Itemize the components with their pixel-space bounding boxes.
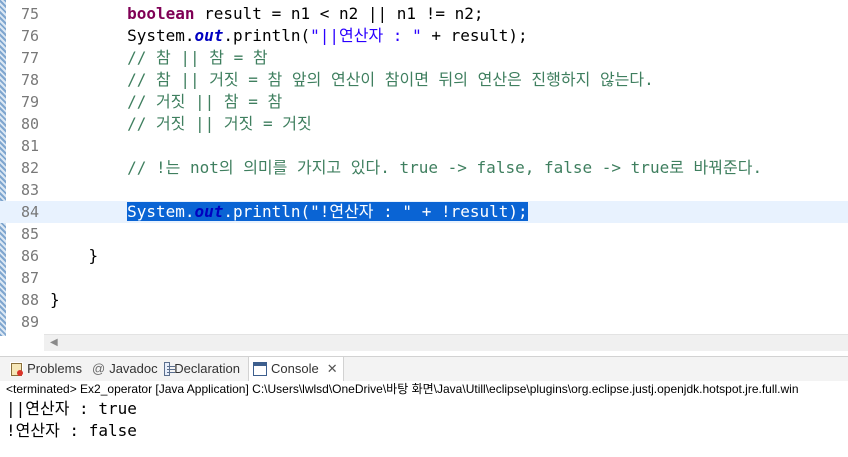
line-number: 80: [20, 115, 39, 133]
code-text: }: [50, 289, 60, 311]
console-output-line: ||연산자 : true: [6, 399, 137, 418]
code-token: boolean: [127, 4, 195, 23]
line-number: 85: [20, 225, 39, 243]
code-line[interactable]: 83: [0, 179, 848, 201]
line-number: 87: [20, 269, 39, 287]
tab-javadoc-label: Javadoc: [109, 361, 158, 376]
code-token: }: [50, 246, 99, 265]
console-icon: [253, 362, 267, 376]
console-view[interactable]: <terminated> Ex2_operator [Java Applicat…: [0, 381, 848, 457]
code-token: "||연산자 : ": [310, 26, 422, 45]
code-token: System.: [127, 202, 195, 221]
line-number: 88: [20, 291, 39, 309]
at-sign-icon: @: [92, 361, 106, 376]
code-token: // !는 not의 의미를 가지고 있다. true -> false, fa…: [127, 158, 763, 177]
line-number: 77: [20, 49, 39, 67]
code-token: result = n1 < n2 || n1 != n2;: [194, 4, 484, 23]
views-tab-bar: Problems @ Javadoc Declaration Console ✕: [0, 356, 848, 382]
code-text: // 참 || 거짓 = 참 앞의 연산이 참이면 뒤의 연산은 진행하지 않는…: [50, 69, 654, 91]
code-text: System.out.println("!연산자 : " + !result);: [50, 201, 528, 223]
code-line[interactable]: 77 // 참 || 참 = 참: [0, 47, 848, 69]
tab-problems[interactable]: Problems: [6, 357, 86, 381]
code-text: }: [50, 245, 99, 267]
editor-lines[interactable]: 75 boolean result = n1 < n2 || n1 != n2;…: [0, 3, 848, 333]
code-token: System.: [50, 26, 195, 45]
code-line[interactable]: 76 System.out.println("||연산자 : " + resul…: [0, 25, 848, 47]
line-number: 89: [20, 313, 39, 331]
code-line[interactable]: 86 }: [0, 245, 848, 267]
code-line[interactable]: 88}: [0, 289, 848, 311]
line-number: 75: [20, 5, 39, 23]
code-token: out: [194, 202, 224, 221]
code-line[interactable]: 75 boolean result = n1 < n2 || n1 != n2;: [0, 3, 848, 25]
code-line[interactable]: 87: [0, 267, 848, 289]
code-text: boolean result = n1 < n2 || n1 != n2;: [50, 3, 483, 25]
code-line[interactable]: 85: [0, 223, 848, 245]
code-line[interactable]: 82 // !는 not의 의미를 가지고 있다. true -> false,…: [0, 157, 848, 179]
line-number: 83: [20, 181, 39, 199]
tab-javadoc[interactable]: @ Javadoc: [88, 357, 158, 381]
line-number: 86: [20, 247, 39, 265]
code-text: // !는 not의 의미를 가지고 있다. true -> false, fa…: [50, 157, 762, 179]
tab-console-label: Console: [271, 361, 319, 376]
close-icon[interactable]: ✕: [327, 357, 338, 381]
code-line[interactable]: 78 // 참 || 거짓 = 참 앞의 연산이 참이면 뒤의 연산은 진행하지…: [0, 69, 848, 91]
code-token: }: [50, 290, 60, 309]
line-number: 81: [20, 137, 39, 155]
code-token: // 거짓 || 거짓 = 거짓: [127, 114, 312, 133]
code-line[interactable]: 79 // 거짓 || 참 = 참: [0, 91, 848, 113]
declaration-icon: [164, 362, 176, 376]
code-text: System.out.println("||연산자 : " + result);: [50, 25, 528, 47]
code-token: .println("!연산자 : " + !result);: [223, 202, 528, 221]
line-number: 76: [20, 27, 39, 45]
code-token: + result);: [421, 26, 528, 45]
code-line[interactable]: 84 System.out.println("!연산자 : " + !resul…: [0, 201, 848, 223]
code-token: // 거짓 || 참 = 참: [127, 92, 283, 111]
tab-console[interactable]: Console ✕: [248, 357, 344, 381]
code-line[interactable]: 81: [0, 135, 848, 157]
code-token: // 참 || 거짓 = 참 앞의 연산이 참이면 뒤의 연산은 진행하지 않는…: [127, 70, 654, 89]
code-editor[interactable]: 75 boolean result = n1 < n2 || n1 != n2;…: [0, 0, 848, 351]
code-token: .println(: [223, 26, 311, 45]
tab-declaration[interactable]: Declaration: [160, 357, 244, 381]
tab-problems-label: Problems: [27, 361, 82, 376]
console-output-line: !연산자 : false: [6, 421, 137, 440]
code-token: out: [194, 26, 224, 45]
line-number: 79: [20, 93, 39, 111]
problems-icon: [10, 362, 24, 376]
code-line[interactable]: 80 // 거짓 || 거짓 = 거짓: [0, 113, 848, 135]
line-number: 84: [20, 203, 39, 221]
horizontal-scrollbar[interactable]: ◀: [44, 334, 848, 351]
line-number: 82: [20, 159, 39, 177]
code-line[interactable]: 89: [0, 311, 848, 333]
code-token: // 참 || 참 = 참: [127, 48, 268, 67]
code-text: // 거짓 || 참 = 참: [50, 91, 282, 113]
tab-declaration-label: Declaration: [174, 361, 240, 376]
scroll-left-icon[interactable]: ◀: [50, 337, 58, 348]
console-status: <terminated> Ex2_operator [Java Applicat…: [6, 382, 799, 396]
code-text: // 참 || 참 = 참: [50, 47, 268, 69]
line-number: 78: [20, 71, 39, 89]
code-text: // 거짓 || 거짓 = 거짓: [50, 113, 312, 135]
